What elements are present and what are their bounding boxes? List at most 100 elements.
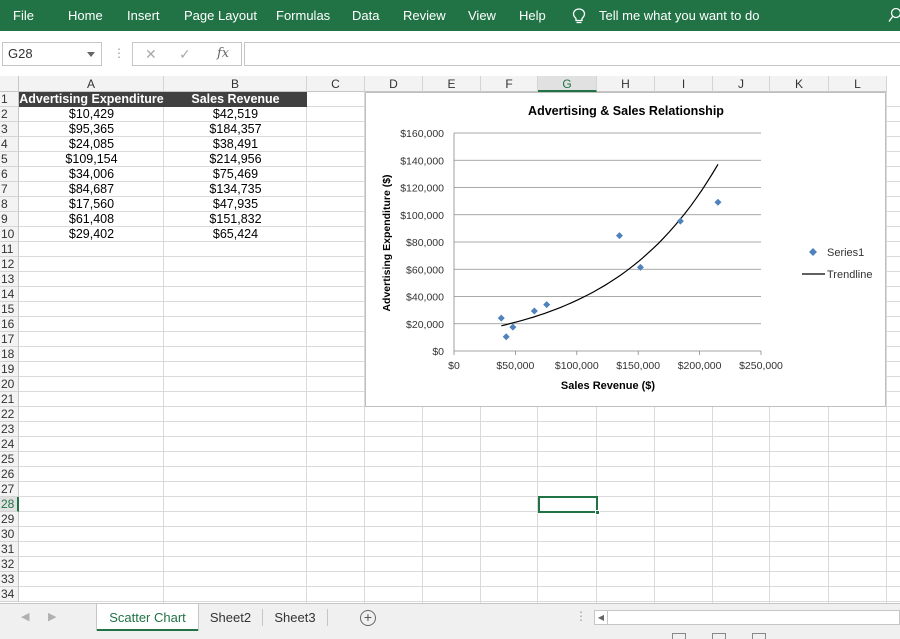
- user-search-icon[interactable]: [888, 7, 900, 23]
- tab-formulas[interactable]: Formulas: [276, 0, 330, 31]
- column-header-g[interactable]: G: [538, 76, 597, 92]
- row-header-33[interactable]: 33: [0, 572, 19, 587]
- trendline[interactable]: [501, 163, 719, 327]
- cancel-icon[interactable]: ✕: [145, 46, 157, 63]
- scatter-point[interactable]: [714, 198, 722, 206]
- enter-check-icon[interactable]: ✓: [179, 46, 191, 63]
- tab-help[interactable]: Help: [519, 0, 546, 31]
- chevron-down-icon[interactable]: [87, 52, 95, 57]
- row-header-34[interactable]: 34: [0, 587, 19, 602]
- row-header-18[interactable]: 18: [0, 347, 19, 362]
- cell-advertising-expenditure[interactable]: $34,006: [19, 167, 164, 182]
- page-break-view-icon[interactable]: [752, 633, 766, 639]
- sheet-tab-sheet3[interactable]: Sheet3: [264, 604, 326, 631]
- selected-cell-g28[interactable]: [538, 496, 600, 515]
- fill-handle[interactable]: [595, 510, 600, 515]
- row-header-12[interactable]: 12: [0, 257, 19, 272]
- scatter-point[interactable]: [502, 333, 510, 341]
- scatter-point[interactable]: [543, 301, 551, 309]
- cell-advertising-expenditure[interactable]: $109,154: [19, 152, 164, 167]
- scatter-point[interactable]: [636, 263, 644, 271]
- row-header-21[interactable]: 21: [0, 392, 19, 407]
- column-header-d[interactable]: D: [365, 76, 423, 92]
- row-header-10[interactable]: 10: [0, 227, 19, 242]
- cell-sales-revenue[interactable]: $65,424: [164, 227, 307, 242]
- scroll-tabs-right-icon[interactable]: ▶: [48, 610, 56, 623]
- cell-sales-revenue[interactable]: $38,491: [164, 137, 307, 152]
- cell-sales-revenue[interactable]: $75,469: [164, 167, 307, 182]
- row-header-9[interactable]: 9: [0, 212, 19, 227]
- row-header-6[interactable]: 6: [0, 167, 19, 182]
- scatter-point[interactable]: [509, 323, 517, 331]
- cell-sales-revenue[interactable]: $47,935: [164, 197, 307, 212]
- cell-advertising-expenditure[interactable]: $24,085: [19, 137, 164, 152]
- tab-data[interactable]: Data: [352, 0, 379, 31]
- row-header-28[interactable]: 28: [0, 497, 19, 512]
- row-header-5[interactable]: 5: [0, 152, 19, 167]
- row-header-8[interactable]: 8: [0, 197, 19, 212]
- column-header-h[interactable]: H: [597, 76, 655, 92]
- column-header-j[interactable]: J: [713, 76, 770, 92]
- row-header-23[interactable]: 23: [0, 422, 19, 437]
- row-header-30[interactable]: 30: [0, 527, 19, 542]
- column-header-e[interactable]: E: [423, 76, 481, 92]
- cell-advertising-expenditure[interactable]: $84,687: [19, 182, 164, 197]
- horizontal-scrollbar[interactable]: ◀: [594, 610, 900, 625]
- cell-advertising-expenditure[interactable]: $17,560: [19, 197, 164, 212]
- row-header-13[interactable]: 13: [0, 272, 19, 287]
- row-header-11[interactable]: 11: [0, 242, 19, 257]
- header-cell-sales[interactable]: Sales Revenue: [164, 92, 307, 107]
- tab-page-layout[interactable]: Page Layout: [184, 0, 257, 31]
- name-box[interactable]: G28: [2, 42, 102, 66]
- column-header-a[interactable]: A: [19, 76, 164, 92]
- add-sheet-button[interactable]: +: [360, 610, 376, 626]
- column-header-f[interactable]: F: [481, 76, 538, 92]
- tab-insert[interactable]: Insert: [127, 0, 160, 31]
- chart-title[interactable]: Advertising & Sales Relationship: [528, 104, 724, 118]
- cell-sales-revenue[interactable]: $134,735: [164, 182, 307, 197]
- sheet-tab-sheet2[interactable]: Sheet2: [200, 604, 261, 631]
- cell-advertising-expenditure[interactable]: $10,429: [19, 107, 164, 122]
- row-header-25[interactable]: 25: [0, 452, 19, 467]
- column-header-i[interactable]: I: [655, 76, 713, 92]
- tab-view[interactable]: View: [468, 0, 496, 31]
- sheet-tab-scatter-chart[interactable]: Scatter Chart: [97, 604, 198, 631]
- column-header-c[interactable]: C: [307, 76, 365, 92]
- cell-sales-revenue[interactable]: $42,519: [164, 107, 307, 122]
- select-all-corner[interactable]: [0, 76, 19, 92]
- cell-advertising-expenditure[interactable]: $95,365: [19, 122, 164, 137]
- formula-bar-grip-icon[interactable]: ⋮: [113, 46, 125, 60]
- scatter-point[interactable]: [497, 314, 505, 322]
- scatter-point[interactable]: [676, 217, 684, 225]
- row-header-19[interactable]: 19: [0, 362, 19, 377]
- tab-review[interactable]: Review: [403, 0, 446, 31]
- scatter-point[interactable]: [530, 307, 538, 315]
- insert-function-button[interactable]: fx: [217, 46, 229, 61]
- scroll-left-icon[interactable]: ◀: [595, 611, 608, 624]
- cell-advertising-expenditure[interactable]: $29,402: [19, 227, 164, 242]
- row-header-17[interactable]: 17: [0, 332, 19, 347]
- cell-advertising-expenditure[interactable]: $61,408: [19, 212, 164, 227]
- row-header-15[interactable]: 15: [0, 302, 19, 317]
- row-header-32[interactable]: 32: [0, 557, 19, 572]
- scatter-chart[interactable]: Advertising & Sales Relationship Sales R…: [365, 92, 886, 407]
- row-header-24[interactable]: 24: [0, 437, 19, 452]
- row-header-20[interactable]: 20: [0, 377, 19, 392]
- x-axis-title[interactable]: Sales Revenue ($): [561, 380, 655, 392]
- tab-splitter-icon[interactable]: ⋮: [575, 609, 587, 623]
- tab-file[interactable]: File: [13, 0, 34, 31]
- formula-input[interactable]: [244, 42, 900, 66]
- worksheet-grid[interactable]: ABCDEFGHIJKL 1 2 3 4 5 6 7 8 9 10 11 12 13 14 15 16 17 18…: [0, 76, 900, 603]
- scatter-point[interactable]: [615, 232, 623, 240]
- row-header-26[interactable]: 26: [0, 467, 19, 482]
- row-header-2[interactable]: 2: [0, 107, 19, 122]
- cell-sales-revenue[interactable]: $214,956: [164, 152, 307, 167]
- scroll-tabs-left-icon[interactable]: ◀: [21, 610, 29, 623]
- cell-sales-revenue[interactable]: $151,832: [164, 212, 307, 227]
- row-header-29[interactable]: 29: [0, 512, 19, 527]
- row-header-4[interactable]: 4: [0, 137, 19, 152]
- column-header-l[interactable]: L: [829, 76, 887, 92]
- row-header-1[interactable]: 1: [0, 92, 19, 107]
- row-header-31[interactable]: 31: [0, 542, 19, 557]
- row-header-16[interactable]: 16: [0, 317, 19, 332]
